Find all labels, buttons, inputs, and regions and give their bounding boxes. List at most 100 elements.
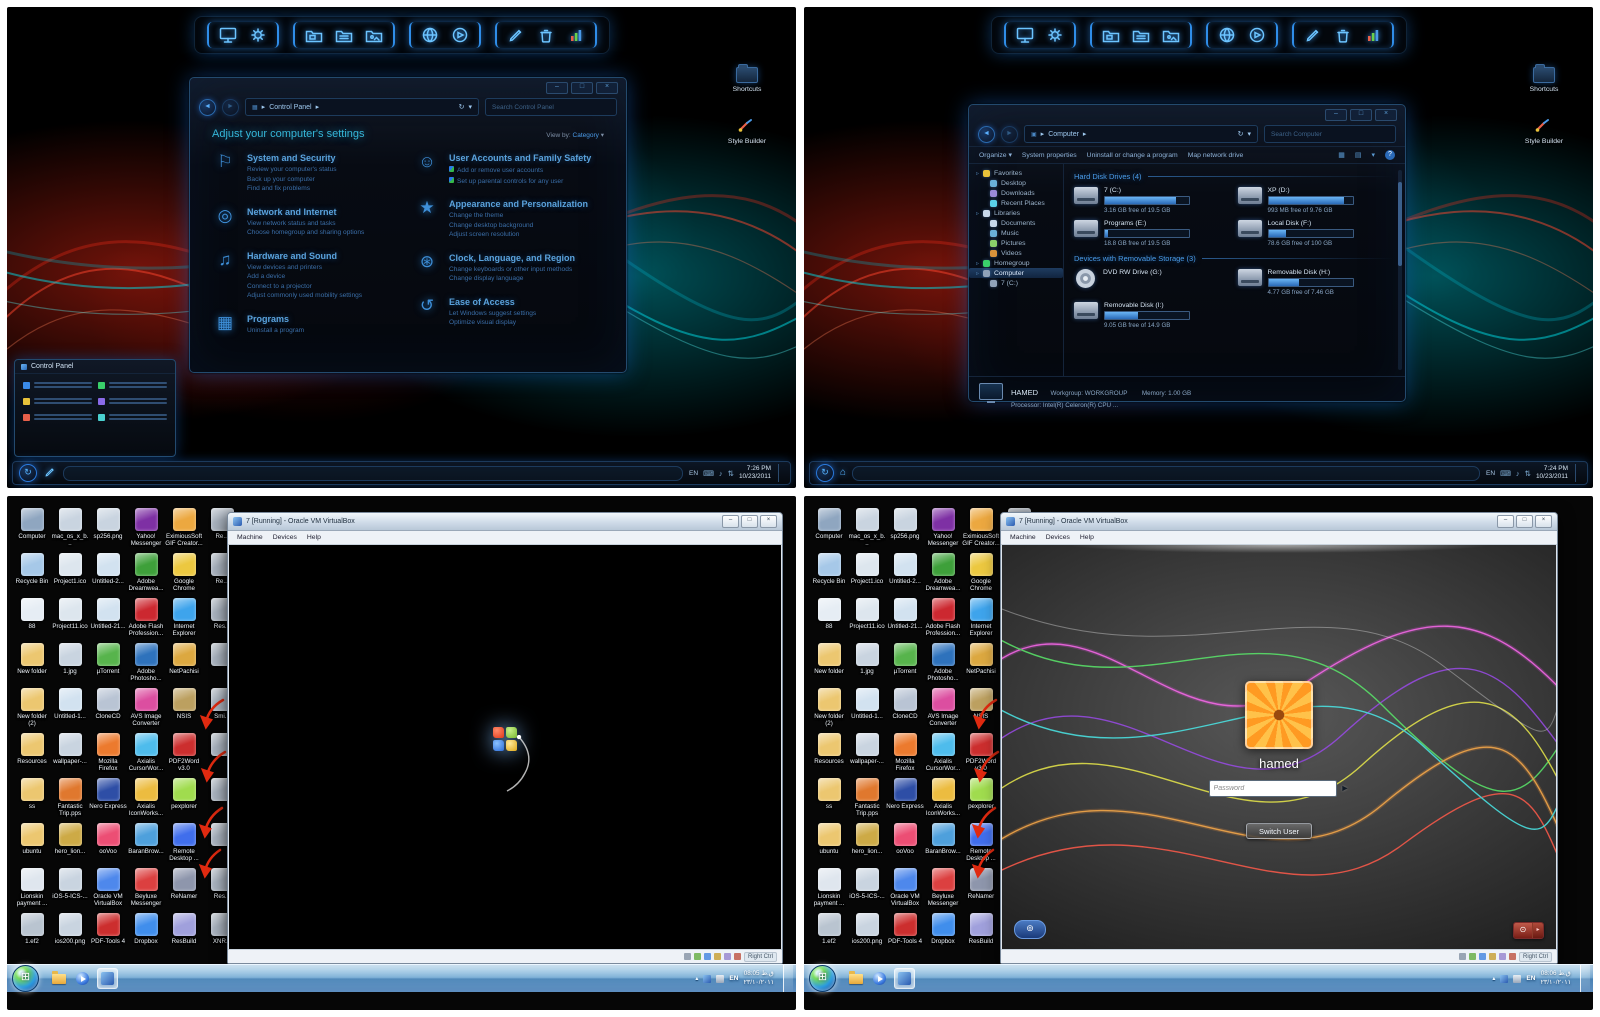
sidebar-item[interactable]: Videos [969, 248, 1063, 258]
desktop-icon[interactable]: Axialis CursorWor... [127, 733, 165, 778]
drive-item[interactable]: DVD RW Drive (G:) [1074, 269, 1230, 296]
cp-link[interactable]: Back up your computer [247, 176, 337, 183]
dock-pictures-folder-icon[interactable] [1161, 25, 1181, 45]
dock-trash-icon[interactable] [536, 25, 556, 45]
views-icon[interactable]: ▦ [1338, 151, 1345, 159]
cp-link[interactable]: Change the theme [449, 212, 588, 219]
cp-link[interactable]: Optimize visual display [449, 319, 536, 326]
sidebar-item[interactable]: Desktop [969, 178, 1063, 188]
ease-of-access-button[interactable]: ⊚ [1014, 920, 1046, 939]
desktop-icon[interactable]: New folder (2) [810, 688, 848, 733]
hidden-icons-button[interactable]: ▴ [1492, 975, 1495, 982]
desktop-icon[interactable]: ubuntu [810, 823, 848, 868]
drive-item[interactable]: Local Disk (F:) 78.6 GB free of 100 GB [1237, 220, 1394, 247]
drive-item[interactable]: XP (D:) 993 MB free of 9.76 GB [1237, 187, 1394, 214]
keyboard-icon[interactable]: ⌨ [1500, 469, 1511, 478]
cp-link[interactable]: Change desktop background [449, 222, 588, 229]
password-input[interactable] [1208, 780, 1337, 797]
dock-media-player-icon[interactable] [1247, 25, 1267, 45]
desktop-icon[interactable]: CloneCD [89, 688, 127, 733]
menu-item[interactable]: Machine [232, 534, 268, 541]
cp-link[interactable]: Change keyboards or other input methods [449, 266, 575, 273]
desktop-icon[interactable]: New folder [810, 643, 848, 688]
minimize-button[interactable]: – [1325, 109, 1347, 121]
cp-link[interactable]: Add or remove user accounts [449, 166, 591, 174]
desktop-icon[interactable]: NetPachisi [165, 643, 203, 688]
hdd-status-icon[interactable] [1458, 953, 1466, 960]
explorer-taskbar-button[interactable] [49, 969, 68, 988]
desktop-icon[interactable]: New folder (2) [13, 688, 51, 733]
maximize-button[interactable]: □ [1516, 515, 1533, 528]
desktop-icon[interactable]: Lionskin payment ... [810, 868, 848, 913]
menu-item[interactable]: Machine [1005, 534, 1041, 541]
desktop-icon[interactable]: pexplorer [962, 778, 1000, 823]
cp-link[interactable]: Connect to a projector [247, 283, 362, 290]
shutdown-button[interactable]: ⊙ ▸ [1513, 922, 1544, 939]
cp-link[interactable]: View devices and printers [247, 264, 362, 271]
desktop-icon-shortcuts[interactable]: Shortcuts [716, 64, 778, 93]
desktop-icon[interactable]: ReNamer [165, 868, 203, 913]
menu-item[interactable]: Help [302, 534, 326, 541]
desktop-icon[interactable]: ss [13, 778, 51, 823]
desktop-icon[interactable]: CloneCD [886, 688, 924, 733]
display-status-icon[interactable] [1508, 953, 1516, 960]
user-avatar[interactable] [1245, 681, 1313, 749]
network-status-icon[interactable] [1478, 953, 1486, 960]
desktop-icon[interactable]: Mozilla Firefox [886, 733, 924, 778]
desktop-icon[interactable]: Project11.ico [51, 598, 89, 643]
desktop-icon[interactable]: 1.jpg [51, 643, 89, 688]
section-header[interactable]: Hard Disk Drives (4) [1074, 172, 1393, 181]
cp-link[interactable]: Add a device [247, 273, 362, 280]
search-input[interactable] [1264, 125, 1396, 143]
dock-computer-folder-icon[interactable] [304, 25, 324, 45]
desktop-icon[interactable]: Recycle Bin [13, 553, 51, 598]
cp-category-title[interactable]: Ease of Access [449, 297, 536, 307]
breadcrumb[interactable]: Computer [1048, 131, 1079, 138]
dock-computer-folder-icon[interactable] [1101, 25, 1121, 45]
shutdown-options-icon[interactable]: ▸ [1532, 923, 1543, 938]
dock-pen-icon[interactable] [1303, 25, 1323, 45]
desktop-icon[interactable]: ResBuild [165, 913, 203, 958]
network-icon[interactable]: ⇅ [728, 469, 734, 478]
desktop-icon[interactable]: PDF2Word v3.0 [962, 733, 1000, 778]
desktop-icon[interactable]: AVS Image Converter [924, 688, 962, 733]
desktop-icon[interactable]: mac_os_x_b... [848, 508, 886, 553]
desktop-icon[interactable]: Untitled-1... [51, 688, 89, 733]
desktop-icon[interactable]: Computer [13, 508, 51, 553]
desktop-icon[interactable]: NSIS [962, 688, 1000, 733]
running-app-icon[interactable]: ⌂ [840, 468, 846, 478]
media-player-taskbar-button[interactable] [73, 969, 92, 988]
cp-category-title[interactable]: Network and Internet [247, 207, 364, 217]
dock-documents-folder-icon[interactable] [334, 25, 354, 45]
switch-user-button[interactable]: Switch User [1245, 823, 1312, 839]
desktop-icon[interactable]: Dropbox [127, 913, 165, 958]
dock-documents-folder-icon[interactable] [1131, 25, 1151, 45]
clock[interactable]: 7:24 PM 10/23/2011 [1536, 465, 1568, 482]
desktop-icon[interactable]: Fantastic Trip.pps [848, 778, 886, 823]
desktop-icon[interactable]: EximiousSoft GIF Creator... [165, 508, 203, 553]
dock-internet-explorer-icon[interactable] [420, 25, 440, 45]
control-panel-preview-window[interactable]: Control Panel [14, 359, 176, 457]
breadcrumb[interactable]: Control Panel [269, 104, 311, 111]
desktop-icon[interactable]: Resources [13, 733, 51, 778]
shared-folder-status-icon[interactable] [1498, 953, 1506, 960]
virtualbox-taskbar-button[interactable] [894, 968, 915, 989]
desktop-icon[interactable]: Beyluxe Messenger [924, 868, 962, 913]
desktop-icon[interactable]: Computer [810, 508, 848, 553]
cp-category-icon[interactable]: ◎ [212, 206, 238, 239]
drive-item[interactable]: 7 (C:) 3.16 GB free of 19.5 GB [1074, 187, 1230, 214]
shared-folder-status-icon[interactable] [723, 953, 731, 960]
network-icon[interactable]: ⇅ [1525, 469, 1531, 478]
tray-virtualbox-icon[interactable] [1500, 974, 1509, 983]
desktop-icon[interactable]: Dropbox [924, 913, 962, 958]
language-indicator[interactable]: EN [1526, 975, 1535, 982]
maximize-button[interactable]: □ [741, 515, 758, 528]
desktop-icon[interactable]: µTorrent [89, 643, 127, 688]
start-orb[interactable]: ⊞ [12, 965, 39, 992]
cp-category-icon[interactable]: ☺ [414, 152, 440, 187]
usb-status-icon[interactable] [713, 953, 721, 960]
desktop-icon[interactable]: Untitled-2... [89, 553, 127, 598]
minimize-button[interactable]: – [546, 82, 568, 94]
vbox-title-bar[interactable]: 7 [Running] - Oracle VM VirtualBox – □ × [228, 513, 782, 531]
menu-item[interactable]: Devices [268, 534, 302, 541]
